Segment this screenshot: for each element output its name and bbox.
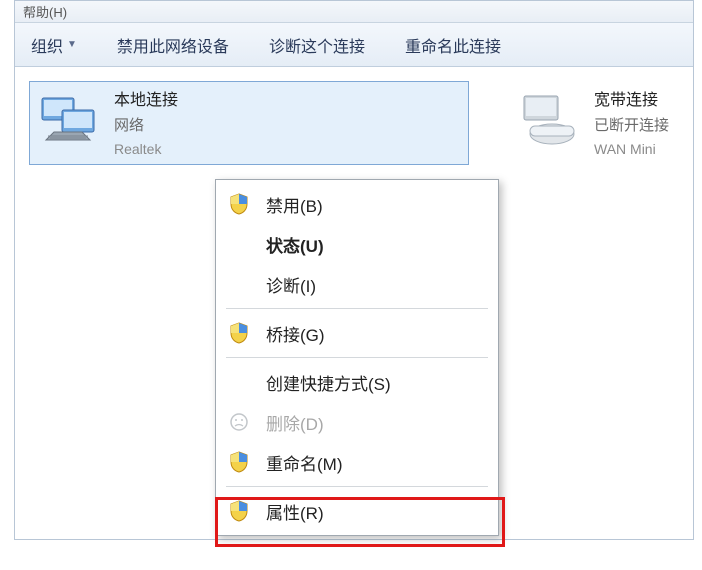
shield-icon — [226, 449, 252, 475]
shield-icon — [226, 320, 252, 346]
toolbar-disable-device[interactable]: 禁用此网络设备 — [117, 33, 229, 57]
face-icon — [226, 409, 252, 435]
explorer-window: 帮助(H) 组织 ▼ 禁用此网络设备 诊断这个连接 重命名此连接 — [14, 0, 694, 540]
menu-label: 重命名(M) — [266, 450, 342, 475]
menu-status[interactable]: 状态(U) — [218, 224, 496, 264]
menu-disable[interactable]: 禁用(B) — [218, 184, 496, 224]
connection-device: Realtek — [114, 138, 178, 160]
menu-label: 桥接(G) — [266, 321, 325, 346]
menu-label: 禁用(B) — [266, 192, 323, 217]
shield-icon — [226, 191, 252, 217]
chevron-down-icon: ▼ — [67, 39, 77, 50]
network-adapter-icon — [34, 86, 102, 158]
menu-create-shortcut[interactable]: 创建快捷方式(S) — [218, 362, 496, 402]
menu-separator — [226, 486, 488, 487]
menu-label: 状态(U) — [266, 232, 324, 257]
menu-label: 删除(D) — [266, 410, 324, 435]
menu-separator — [226, 308, 488, 309]
connection-tile-local[interactable]: 本地连接 网络 Realtek — [29, 81, 469, 165]
toolbar-organize[interactable]: 组织 ▼ — [31, 33, 77, 57]
menu-help[interactable]: 帮助(H) — [23, 2, 67, 21]
toolbar-diagnose[interactable]: 诊断这个连接 — [269, 33, 365, 57]
content-area: 本地连接 网络 Realtek 宽带连接 已断开连接 WAN Mini — [15, 67, 693, 537]
menu-properties[interactable]: 属性(R) — [218, 491, 496, 531]
menubar: 帮助(H) — [15, 1, 693, 23]
connection-title: 宽带连接 — [594, 88, 669, 114]
toolbar: 组织 ▼ 禁用此网络设备 诊断这个连接 重命名此连接 — [15, 23, 693, 67]
menu-rename[interactable]: 重命名(M) — [218, 442, 496, 482]
connection-device: WAN Mini — [594, 138, 669, 160]
shield-icon — [226, 498, 252, 524]
menu-delete: 删除(D) — [218, 402, 496, 442]
connection-status: 网络 — [114, 114, 178, 138]
connection-title: 本地连接 — [114, 88, 178, 114]
menu-diagnose[interactable]: 诊断(I) — [218, 264, 496, 304]
menu-label: 诊断(I) — [266, 272, 316, 297]
menu-label: 创建快捷方式(S) — [266, 370, 391, 395]
menu-separator — [226, 357, 488, 358]
toolbar-rename[interactable]: 重命名此连接 — [405, 33, 501, 57]
menu-label: 属性(R) — [266, 499, 324, 524]
connection-status: 已断开连接 — [594, 114, 669, 138]
broadband-adapter-icon — [514, 86, 582, 158]
context-menu: 禁用(B) 状态(U) 诊断(I) 桥接(G) — [215, 179, 499, 536]
menu-bridge[interactable]: 桥接(G) — [218, 313, 496, 353]
connection-tile-broadband[interactable]: 宽带连接 已断开连接 WAN Mini — [509, 81, 702, 165]
